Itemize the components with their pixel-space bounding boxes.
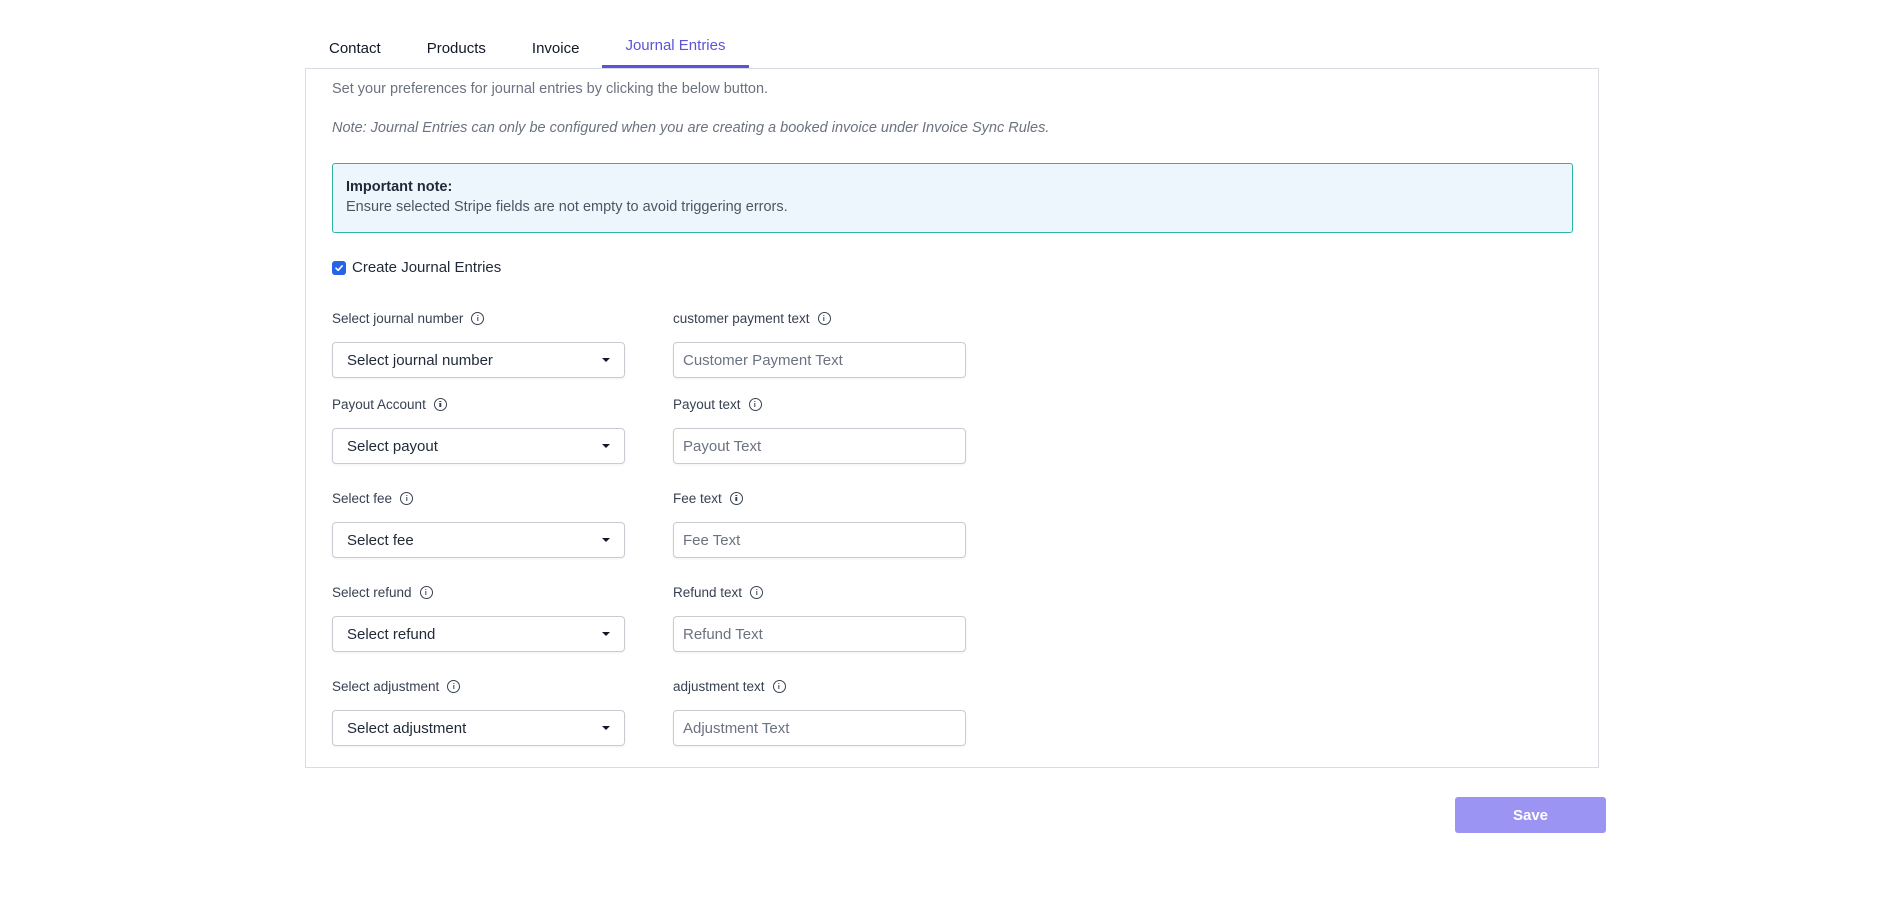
customer-payment-text-input[interactable] <box>673 342 966 378</box>
adjustment-text-label: adjustment text <box>673 678 765 694</box>
refund-select[interactable]: Select refund <box>332 616 625 652</box>
fee-label: Select fee <box>332 490 393 506</box>
refund-text-field: Refund text <box>673 583 966 652</box>
payout-account-select-value: Select payout <box>347 437 438 455</box>
tab-journal-entries[interactable]: Journal Entries <box>602 26 749 68</box>
note-text: Note: Journal Entries can only be config… <box>332 120 1050 136</box>
journal-number-field: Select journal number Select journal num… <box>332 309 625 378</box>
tab-products[interactable]: Products <box>404 26 509 68</box>
info-icon[interactable] <box>433 397 447 411</box>
info-icon[interactable] <box>729 491 743 505</box>
tab-invoice[interactable]: Invoice <box>509 26 603 68</box>
payout-account-select[interactable]: Select payout <box>332 428 625 464</box>
adjustment-text-field: adjustment text <box>673 677 966 746</box>
adjustment-select[interactable]: Select adjustment <box>332 710 625 746</box>
info-icon[interactable] <box>748 397 762 411</box>
payout-text-label: Payout text <box>673 396 741 412</box>
payout-text-input[interactable] <box>673 428 966 464</box>
refund-label: Select refund <box>332 584 412 600</box>
create-journal-entries-row[interactable]: Create Journal Entries <box>332 259 501 276</box>
info-icon[interactable] <box>471 311 485 325</box>
fee-select[interactable]: Select fee <box>332 522 625 558</box>
info-icon[interactable] <box>817 311 831 325</box>
info-icon[interactable] <box>750 585 764 599</box>
fee-text-label: Fee text <box>673 490 722 506</box>
journal-number-label: Select journal number <box>332 310 464 326</box>
intro-text: Set your preferences for journal entries… <box>332 81 769 97</box>
create-journal-entries-checkbox[interactable] <box>332 260 346 275</box>
alert-body: Ensure selected Stripe fields are not em… <box>346 199 788 215</box>
journal-number-select-value: Select journal number <box>347 351 493 369</box>
adjustment-field: Select adjustment Select adjustment <box>332 677 625 746</box>
caret-down-icon <box>602 444 610 448</box>
adjustment-text-input[interactable] <box>673 710 966 746</box>
create-journal-entries-label: Create Journal Entries <box>352 259 502 276</box>
adjustment-label: Select adjustment <box>332 678 440 694</box>
alert-title: Important note: <box>346 179 453 195</box>
info-icon[interactable] <box>447 679 461 693</box>
refund-text-label: Refund text <box>673 584 743 600</box>
customer-payment-text-label: customer payment text <box>673 310 810 326</box>
info-icon[interactable] <box>400 491 414 505</box>
payout-account-field: Payout Account Select payout <box>332 395 625 464</box>
fee-select-value: Select fee <box>347 531 414 549</box>
customer-payment-text-field: customer payment text <box>673 309 966 378</box>
refund-select-value: Select refund <box>347 625 436 643</box>
tab-bar: Contact Products Invoice Journal Entries <box>306 26 1596 68</box>
caret-down-icon <box>602 358 610 362</box>
fee-field: Select fee Select fee <box>332 489 625 558</box>
fee-text-input[interactable] <box>673 522 966 558</box>
caret-down-icon <box>602 538 610 542</box>
refund-text-input[interactable] <box>673 616 966 652</box>
tab-contact[interactable]: Contact <box>306 26 404 68</box>
journal-number-select[interactable]: Select journal number <box>332 342 625 378</box>
info-icon[interactable] <box>419 585 433 599</box>
payout-text-field: Payout text <box>673 395 966 464</box>
caret-down-icon <box>602 632 610 636</box>
adjustment-select-value: Select adjustment <box>347 719 467 737</box>
important-note-alert: Important note: Ensure selected Stripe f… <box>332 163 1573 233</box>
checkmark-icon <box>335 264 343 271</box>
fee-text-field: Fee text <box>673 489 966 558</box>
save-button[interactable]: Save <box>1455 797 1606 833</box>
payout-account-label: Payout Account <box>332 396 426 412</box>
refund-field: Select refund Select refund <box>332 583 625 652</box>
info-icon[interactable] <box>772 679 786 693</box>
caret-down-icon <box>602 726 610 730</box>
